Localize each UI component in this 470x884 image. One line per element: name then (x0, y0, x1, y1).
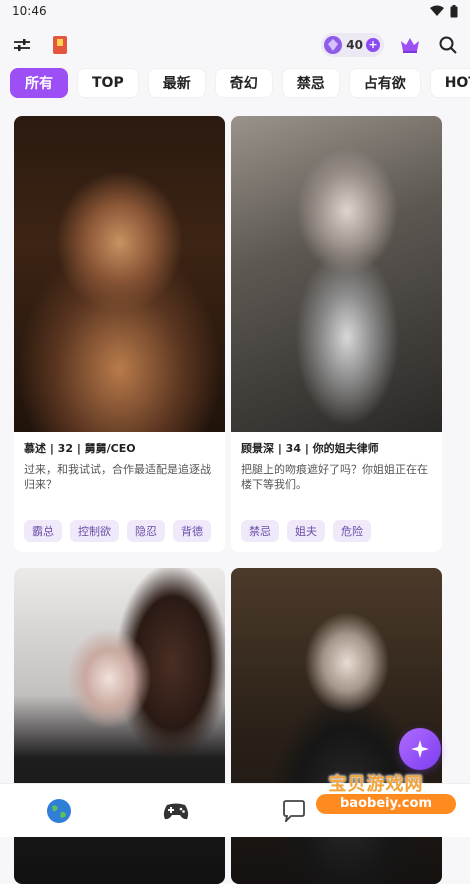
battery-icon (450, 4, 458, 17)
gem-icon (324, 36, 343, 54)
app-header: 40 + (0, 22, 470, 68)
character-portrait (231, 116, 442, 432)
character-description: 把腿上的吻痕遮好了吗？你姐姐正在在楼下等我们。 (241, 463, 428, 491)
tag[interactable]: 禁忌 (241, 520, 279, 542)
category-tabs: 所有 TOP 最新 奇幻 禁忌 占有欲 HOT (0, 68, 470, 102)
coin-count: 40 (346, 38, 363, 52)
status-icons (430, 4, 458, 18)
character-card[interactable]: 慕述 | 32 | 舅舅/CEO 过来，和我试试，合作最适配是追逐战归来？ 霸总… (14, 116, 225, 552)
globe-icon (46, 798, 71, 823)
tag[interactable]: 霸总 (24, 520, 62, 542)
tag-list: 禁忌 姐夫 危险 (241, 520, 432, 542)
tab-fantasy[interactable]: 奇幻 (214, 68, 273, 98)
character-title: 顾景深 | 34 | 你的姐夫律师 (241, 442, 379, 455)
sparkle-icon (411, 740, 429, 758)
filter-sliders-icon[interactable] (10, 33, 34, 57)
nav-discover[interactable] (42, 794, 76, 828)
tag[interactable]: 危险 (333, 520, 371, 542)
character-title: 慕述 | 32 | 舅舅/CEO (24, 442, 136, 455)
wifi-icon (430, 5, 444, 16)
tab-top[interactable]: TOP (77, 68, 139, 98)
tab-possessive[interactable]: 占有欲 (348, 68, 421, 98)
tag[interactable]: 姐夫 (287, 520, 325, 542)
character-card[interactable]: 顾景深 | 34 | 你的姐夫律师 把腿上的吻痕遮好了吗？你姐姐正在在楼下等我们… (231, 116, 442, 552)
watermark-title: 宝贝游戏网 (328, 774, 424, 795)
character-grid: 慕述 | 32 | 舅舅/CEO 过来，和我试试，合作最适配是追逐战归来？ 霸总… (14, 116, 442, 884)
search-icon[interactable] (436, 33, 460, 57)
tab-all[interactable]: 所有 (10, 68, 68, 98)
add-coins-icon[interactable]: + (366, 38, 380, 52)
tag[interactable]: 隐忍 (127, 520, 165, 542)
bookmark-book-icon[interactable] (48, 33, 72, 57)
status-bar: 10:46 (0, 0, 470, 22)
watermark: 宝贝游戏网 baobeiy.com (296, 770, 466, 832)
tab-hot[interactable]: HOT (429, 68, 470, 98)
status-time: 10:46 (12, 4, 47, 18)
tab-newest[interactable]: 最新 (147, 68, 206, 98)
create-sparkle-button[interactable] (399, 728, 441, 770)
crown-icon[interactable] (398, 33, 422, 57)
character-description: 过来，和我试试，合作最适配是追逐战归来？ (24, 463, 211, 491)
gamepad-icon (164, 803, 189, 819)
coin-balance[interactable]: 40 + (321, 33, 384, 57)
watermark-url: baobeiy.com (316, 794, 456, 814)
tag[interactable]: 背德 (173, 520, 211, 542)
tab-taboo[interactable]: 禁忌 (281, 68, 340, 98)
tag[interactable]: 控制欲 (70, 520, 119, 542)
nav-games[interactable] (159, 794, 193, 828)
tag-list: 霸总 控制欲 隐忍 背德 (24, 520, 215, 542)
character-portrait (14, 116, 225, 432)
